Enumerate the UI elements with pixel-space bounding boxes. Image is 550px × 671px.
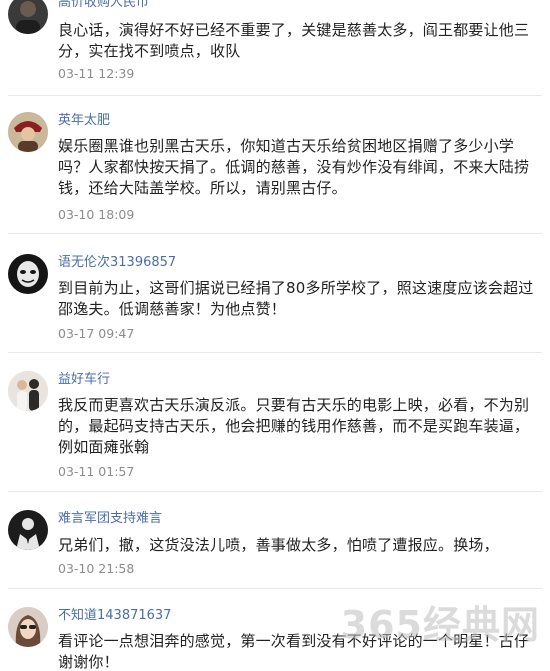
- comment-feed: 高价收购人民币 良心话，演得好不好已经不重要了，关键是慈善太多，阎王都要让他三分…: [0, 0, 550, 671]
- comment-text: 兄弟们，撤，这货没法儿喷，善事做太多，怕喷了遭报应。换场，: [58, 536, 499, 554]
- comment-timestamp: 03-17 09:47: [58, 326, 135, 341]
- couple-photo-avatar-icon: [8, 371, 48, 411]
- comment-username[interactable]: 不知道143871637: [58, 607, 171, 625]
- comment-timestamp: 03-11 12:39: [58, 66, 135, 81]
- avatar[interactable]: [8, 607, 48, 647]
- comment-username[interactable]: 益好车行: [58, 371, 110, 389]
- avatar[interactable]: [8, 254, 48, 294]
- comment-username[interactable]: 高价收购人民币: [58, 0, 149, 12]
- comment-timestamp: 03-10 18:09: [58, 207, 135, 222]
- dark-mask-avatar-icon: [8, 254, 48, 294]
- comment-text: 看评论一点想泪奔的感觉，第一次看到没有不好评论的一个明星！古仔谢谢你！: [58, 632, 530, 671]
- comment-item: 益好车行 我反而更喜欢古天乐演反派。只要有古天乐的电影上映，必看，不为别的，最起…: [0, 353, 550, 491]
- comment-timestamp: 03-11 01:57: [58, 464, 135, 479]
- comment-item: 不知道143871637 看评论一点想泪奔的感觉，第一次看到没有不好评论的一个明…: [0, 589, 550, 671]
- comment-item: 英年太肥 娱乐圈黑谁也别黑古天乐，你知道古天乐给贫困地区捐赠了多少小学吗？人家都…: [0, 96, 550, 233]
- comment-item: 语无伦次31396857 到目前为止，这哥们据说已经捐了80多所学校了，照这速度…: [0, 234, 550, 352]
- comment-username[interactable]: 语无伦次31396857: [58, 254, 176, 272]
- comment-text: 我反而更喜欢古天乐演反派。只要有古天乐的电影上映，必看，不为别的，最起码支持古天…: [58, 396, 530, 456]
- dark-portrait-avatar-icon: [8, 0, 48, 34]
- avatar[interactable]: [8, 0, 48, 34]
- costume-portrait-avatar-icon: [8, 112, 48, 152]
- comment-text: 娱乐圈黑谁也别黑古天乐，你知道古天乐给贫困地区捐赠了多少小学吗？人家都快按天捐了…: [58, 137, 530, 197]
- comment-item: 难言军团支持难言 兄弟们，撤，这货没法儿喷，善事做太多，怕喷了遭报应。换场， 0…: [0, 492, 550, 588]
- comment-username[interactable]: 英年太肥: [58, 112, 110, 130]
- avatar[interactable]: [8, 510, 48, 550]
- avatar[interactable]: [8, 112, 48, 152]
- suit-silhouette-avatar-icon: [8, 510, 48, 550]
- avatar[interactable]: [8, 371, 48, 411]
- comment-username[interactable]: 难言军团支持难言: [58, 510, 162, 528]
- comment-text: 到目前为止，这哥们据说已经捐了80多所学校了，照这速度应该会超过邵逸夫。低调慈善…: [58, 279, 534, 318]
- sunglasses-woman-avatar-icon: [8, 607, 48, 647]
- comment-text: 良心话，演得好不好已经不重要了，关键是慈善太多，阎王都要让他三分，实在找不到喷点…: [58, 21, 530, 60]
- comment-item: 高价收购人民币 良心话，演得好不好已经不重要了，关键是慈善太多，阎王都要让他三分…: [0, 0, 550, 95]
- comment-timestamp: 03-10 21:58: [58, 561, 135, 576]
